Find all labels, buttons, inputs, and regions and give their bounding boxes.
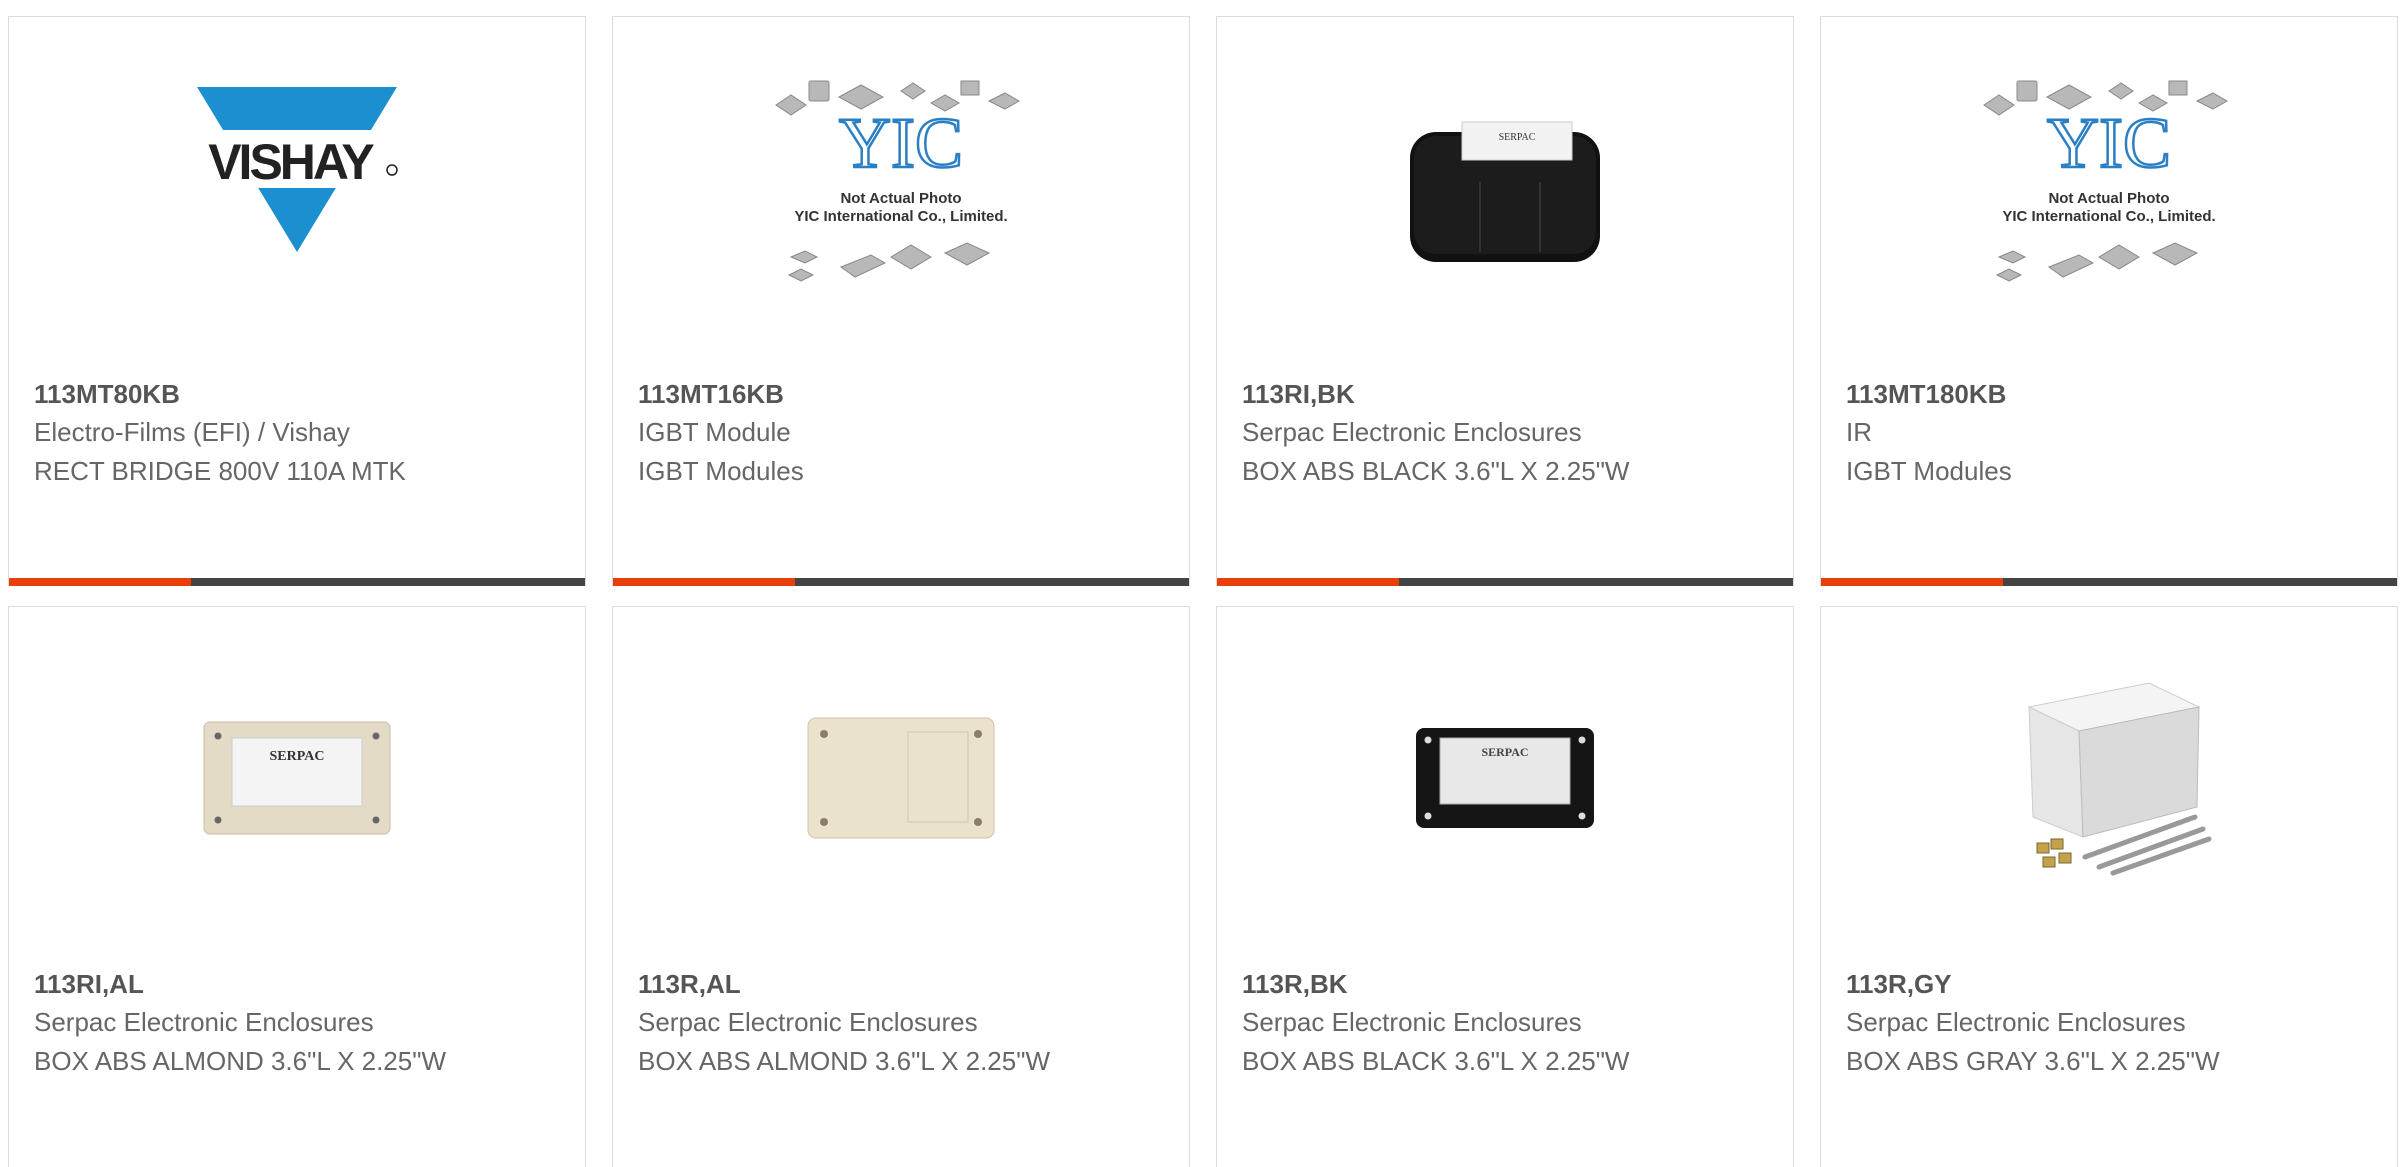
product-card[interactable]: VISHAY 113MT80KB Electro-Films (EFI) / V… [8, 16, 586, 586]
almond-plain-box-icon [807, 717, 995, 839]
description: IGBT Modules [638, 456, 804, 486]
svg-text:Not Actual Photo: Not Actual Photo [840, 190, 961, 207]
part-number[interactable]: 113RI,AL [34, 969, 144, 1000]
svg-text:YIC: YIC [839, 103, 963, 183]
product-grid: VISHAY 113MT80KB Electro-Films (EFI) / V… [0, 0, 2400, 1167]
product-image[interactable]: SERPAC [9, 667, 585, 887]
manufacturer: Serpac Electronic Enclosures [1846, 1007, 2186, 1037]
card-bar [1821, 578, 2397, 586]
product-card[interactable]: SERPAC 113R,BK Serpac Electronic Enclosu… [1216, 606, 1794, 1167]
card-bar [613, 578, 1189, 586]
gray-box-screws-icon [2027, 682, 2212, 876]
part-number[interactable]: 113R,AL [638, 969, 741, 1000]
product-image[interactable] [1821, 667, 2397, 887]
product-image[interactable]: YIC Not Actual Photo YIC International C… [1821, 77, 2397, 297]
black-flat-box-icon: SERPAC [1416, 728, 1594, 828]
product-image[interactable]: VISHAY [9, 77, 585, 297]
product-image[interactable]: SERPAC [1217, 77, 1793, 297]
card-bar-accent [1821, 578, 2003, 586]
product-card[interactable]: YIC Not Actual Photo YIC International C… [1820, 16, 2398, 586]
manufacturer: Electro-Films (EFI) / Vishay [34, 417, 350, 447]
manufacturer: Serpac Electronic Enclosures [1242, 417, 1582, 447]
yic-placeholder-icon: YIC Not Actual Photo YIC International C… [775, 80, 1021, 282]
card-bar-accent [613, 578, 795, 586]
part-number[interactable]: 113R,GY [1846, 969, 1952, 1000]
product-card[interactable]: 113R,GY Serpac Electronic Enclosures BOX… [1820, 606, 2398, 1167]
description: BOX ABS BLACK 3.6"L X 2.25"W [1242, 456, 1630, 486]
svg-text:SERPAC: SERPAC [1499, 132, 1536, 143]
product-card[interactable]: SERPAC 113RI,BK Serpac Electronic Enclos… [1216, 16, 1794, 586]
part-number[interactable]: 113MT80KB [34, 379, 180, 410]
description: RECT BRIDGE 800V 110A MTK [34, 456, 406, 486]
almond-box-icon: SERPAC [203, 721, 391, 835]
card-bar-accent [1217, 578, 1399, 586]
description: BOX ABS BLACK 3.6"L X 2.25"W [1242, 1046, 1630, 1076]
description: IGBT Modules [1846, 456, 2012, 486]
part-number[interactable]: 113MT16KB [638, 379, 784, 410]
svg-text:YIC International Co., Limited: YIC International Co., Limited. [2002, 208, 2215, 225]
product-image[interactable]: SERPAC [1217, 667, 1793, 887]
svg-text:SERPAC: SERPAC [270, 749, 325, 764]
svg-text:SERPAC: SERPAC [1481, 745, 1528, 759]
manufacturer: Serpac Electronic Enclosures [34, 1007, 374, 1037]
card-bar [1217, 578, 1793, 586]
product-card[interactable]: 113R,AL Serpac Electronic Enclosures BOX… [612, 606, 1190, 1167]
card-bar-accent [9, 578, 191, 586]
part-number[interactable]: 113RI,BK [1242, 379, 1355, 410]
svg-text:YIC International Co., Limited: YIC International Co., Limited. [794, 208, 1007, 225]
vishay-logo-icon: VISHAY [192, 87, 402, 252]
manufacturer: Serpac Electronic Enclosures [1242, 1007, 1582, 1037]
product-image[interactable] [613, 667, 1189, 887]
description: BOX ABS ALMOND 3.6"L X 2.25"W [34, 1046, 447, 1076]
manufacturer: IR [1846, 417, 1872, 447]
svg-text:VISHAY: VISHAY [208, 134, 374, 190]
part-number[interactable]: 113MT180KB [1846, 379, 2006, 410]
black-box-icon: SERPAC [1410, 121, 1600, 262]
product-card[interactable]: SERPAC 113RI,AL Serpac Electronic Enclos… [8, 606, 586, 1167]
product-card[interactable]: YIC Not Actual Photo YIC International C… [612, 16, 1190, 586]
manufacturer: Serpac Electronic Enclosures [638, 1007, 978, 1037]
manufacturer: IGBT Module [638, 417, 791, 447]
svg-text:YIC: YIC [2047, 103, 2171, 183]
svg-text:Not Actual Photo: Not Actual Photo [2048, 190, 2169, 207]
description: BOX ABS ALMOND 3.6"L X 2.25"W [638, 1046, 1051, 1076]
yic-placeholder-icon: YIC Not Actual Photo YIC International C… [1983, 80, 2229, 282]
product-image[interactable]: YIC Not Actual Photo YIC International C… [613, 77, 1189, 297]
description: BOX ABS GRAY 3.6"L X 2.25"W [1846, 1046, 2220, 1076]
part-number[interactable]: 113R,BK [1242, 969, 1348, 1000]
card-bar [9, 578, 585, 586]
